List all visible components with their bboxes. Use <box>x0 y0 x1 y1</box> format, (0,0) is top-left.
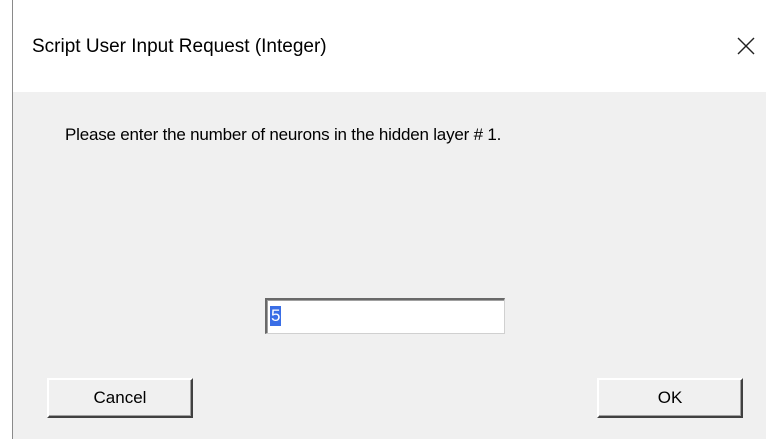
prompt-text: Please enter the number of neurons in th… <box>65 125 502 144</box>
input-value: 5 <box>270 306 282 326</box>
close-button[interactable] <box>726 26 766 66</box>
integer-input[interactable]: 5 <box>265 298 505 334</box>
close-icon <box>737 37 755 55</box>
input-dialog: Script User Input Request (Integer) Plea… <box>0 0 766 439</box>
title-bar[interactable]: Script User Input Request (Integer) <box>13 0 766 92</box>
dialog-body: Please enter the number of neurons in th… <box>13 92 766 439</box>
cancel-button-label: Cancel <box>93 388 147 407</box>
ok-button-label: OK <box>657 388 683 407</box>
dialog-title: Script User Input Request (Integer) <box>32 36 327 57</box>
ok-button[interactable]: OK <box>597 378 743 418</box>
cancel-button[interactable]: Cancel <box>47 378 193 418</box>
